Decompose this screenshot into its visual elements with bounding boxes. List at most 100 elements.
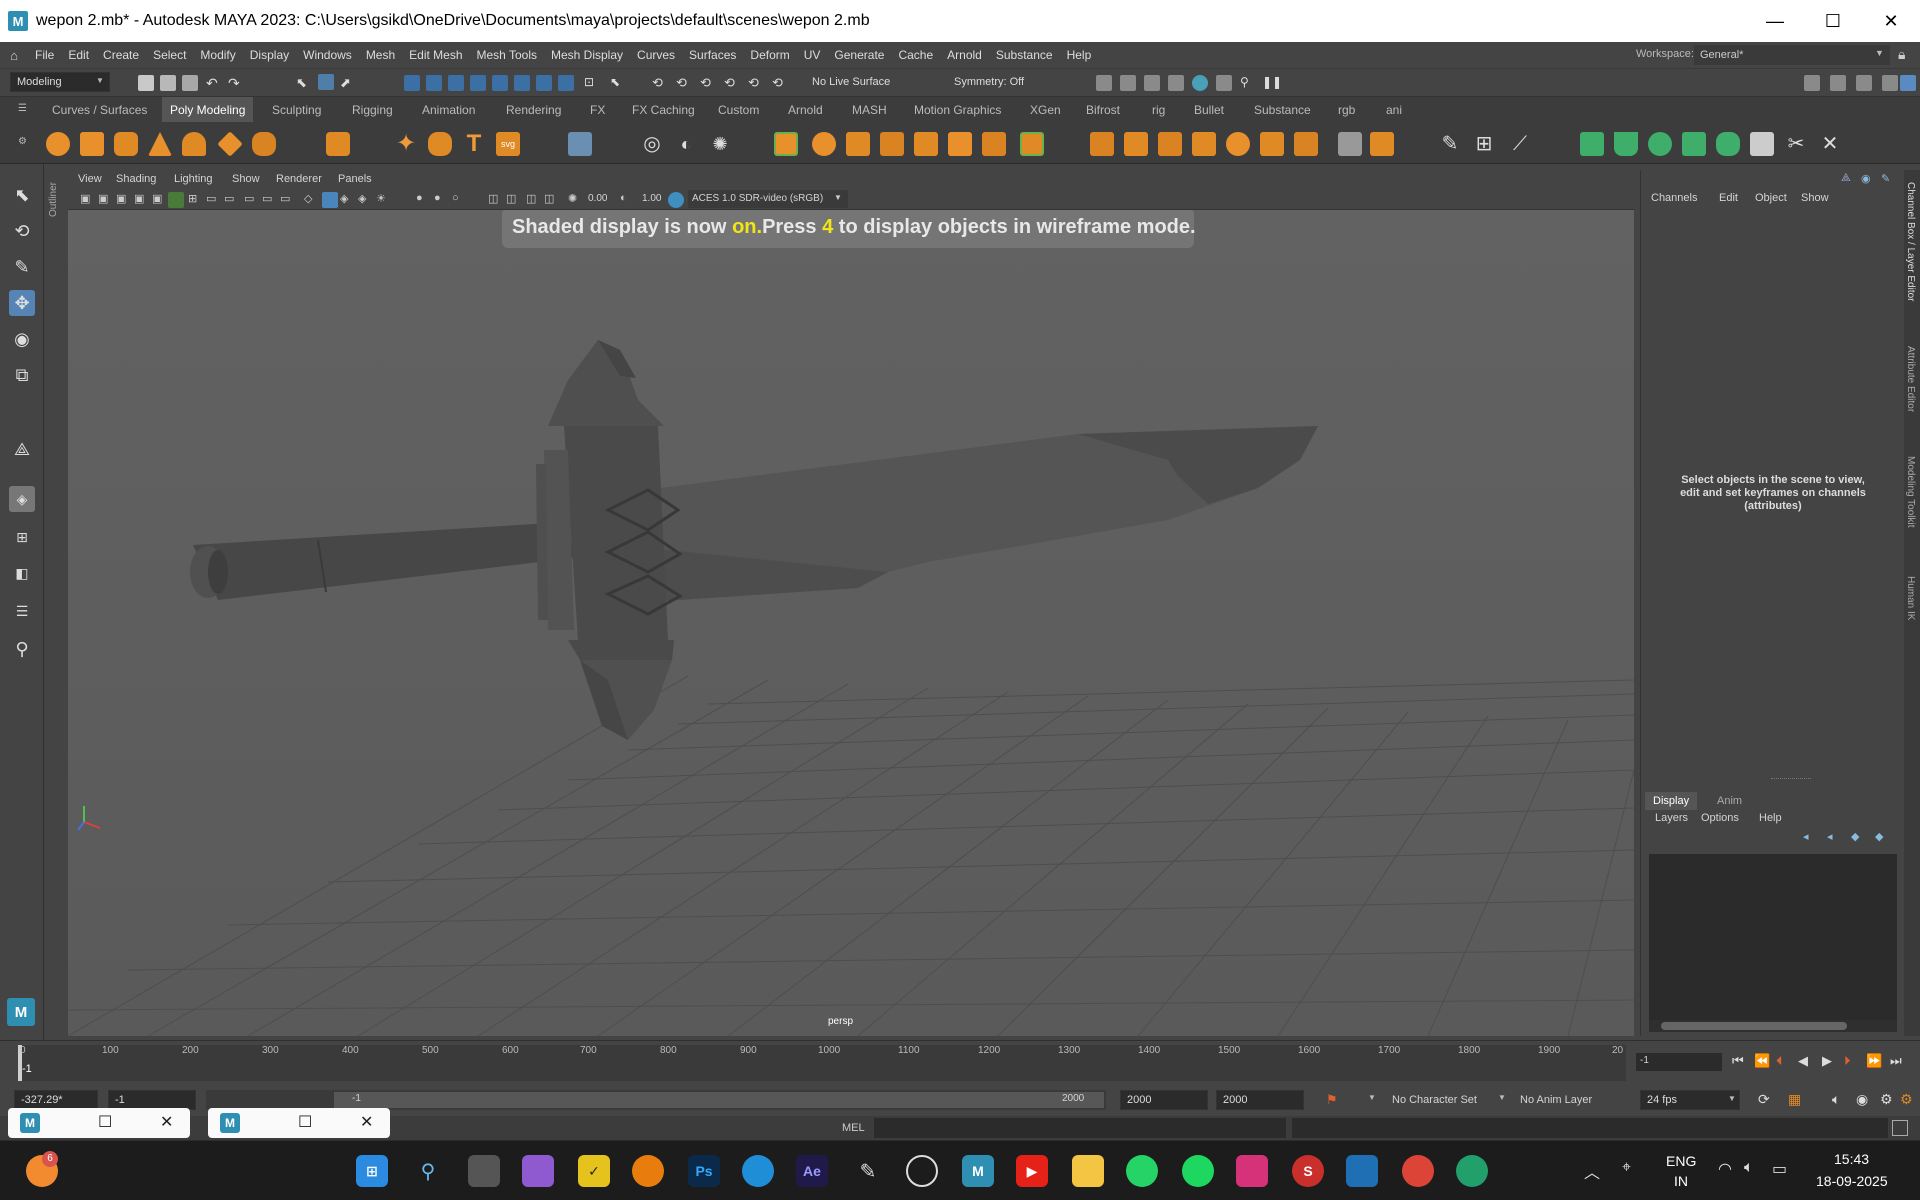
shelf-tab-xgen[interactable]: XGen [1030, 103, 1061, 117]
layer-tab-anim[interactable]: Anim [1717, 795, 1742, 807]
clock-time[interactable]: 15:43 [1834, 1151, 1869, 1167]
shelf-tab-mash[interactable]: MASH [852, 103, 887, 117]
range-bar[interactable] [334, 1092, 1104, 1108]
wedge-icon[interactable] [1260, 132, 1284, 156]
uv-cylindrical-icon[interactable] [1614, 132, 1638, 156]
uv-unfold-icon[interactable] [1716, 132, 1740, 156]
shelf-tab-fx-caching[interactable]: FX Caching [632, 103, 695, 117]
channelbox-edit-icon[interactable]: ✎ [1881, 172, 1897, 188]
menu-windows[interactable]: Windows [296, 48, 359, 62]
undo-icon[interactable]: ↶ [206, 75, 222, 91]
toggle-channel-box-icon[interactable] [1882, 75, 1898, 91]
minimized-window-2[interactable]: M ☐ ✕ [208, 1108, 390, 1138]
maya-taskbar-icon[interactable]: M [962, 1155, 994, 1187]
layer-tab-display[interactable]: Display [1645, 792, 1698, 810]
type-icon[interactable]: T [462, 132, 486, 156]
character-set-dropdown[interactable]: No Character Set [1392, 1094, 1477, 1106]
file-explorer-icon[interactable] [1072, 1155, 1104, 1187]
snap-vertex-icon[interactable] [536, 75, 552, 91]
shelf-tab-fx[interactable]: FX [590, 103, 605, 117]
menu-mesh-display[interactable]: Mesh Display [544, 48, 630, 62]
menuset-dropdown[interactable]: Modeling [10, 72, 110, 92]
backface-culling-icon[interactable]: ◫ [544, 192, 560, 208]
exposure-icon[interactable]: ✺ [568, 192, 584, 208]
toggle-modeling-toolkit-icon[interactable] [1804, 75, 1820, 91]
shelf-tab-rendering[interactable]: Rendering [506, 103, 561, 117]
shelf-tab-bullet[interactable]: Bullet [1194, 103, 1224, 117]
ipr-render-icon[interactable] [1144, 75, 1160, 91]
cache-icon[interactable]: ▦ [1788, 1091, 1801, 1108]
go-to-end-icon[interactable]: ⏭ [1890, 1053, 1902, 1069]
maximize-button[interactable]: ☐ [1804, 0, 1862, 42]
live-surface-field[interactable]: No Live Surface [812, 76, 890, 88]
render-settings-icon[interactable] [1168, 75, 1184, 91]
maximize-icon[interactable]: ☐ [98, 1112, 112, 1132]
shelf-tab-animation[interactable]: Animation [422, 103, 475, 117]
whatsapp-icon[interactable] [1126, 1155, 1158, 1187]
channelbox-menu-channels[interactable]: Channels [1651, 192, 1697, 204]
anim-prefs-icon[interactable]: ⚙ [1900, 1091, 1913, 1108]
arnold-view-icon[interactable]: ⚲ [1240, 75, 1256, 91]
extract-icon[interactable] [1370, 132, 1394, 156]
after-effects-icon[interactable]: Ae [796, 1155, 828, 1187]
insert-edge-loop-icon[interactable]: ⊞ [1472, 132, 1496, 156]
arnold-render-icon[interactable] [1216, 75, 1232, 91]
youtube-icon[interactable]: ▶ [1016, 1155, 1048, 1187]
menu-help[interactable]: Help [1060, 48, 1099, 62]
menu-mesh-tools[interactable]: Mesh Tools [470, 48, 544, 62]
side-tab-modeling-toolkit[interactable]: Modeling Toolkit [1905, 456, 1916, 528]
cursor-icon[interactable]: ⬉ [610, 75, 626, 91]
four-view-icon[interactable]: ⊞ [9, 524, 35, 550]
viewport-menu-panels[interactable]: Panels [338, 173, 372, 185]
mirror-icon[interactable] [914, 132, 938, 156]
side-tab-human-ik[interactable]: Human IK [1905, 576, 1916, 620]
play-backward-icon[interactable]: ◀ [1798, 1053, 1808, 1069]
menu-select[interactable]: Select [146, 48, 193, 62]
uv-spherical-icon[interactable] [1648, 132, 1672, 156]
gamma-icon[interactable]: ◐ [620, 192, 636, 208]
channelbox-graph-icon[interactable]: ⟁ [1841, 172, 1857, 188]
bookmark-icon[interactable]: ▣ [116, 192, 132, 208]
wifi-icon[interactable]: ◠ [1718, 1159, 1732, 1179]
move-tool-icon[interactable]: ✥ [9, 290, 35, 316]
menu-generate[interactable]: Generate [827, 48, 891, 62]
layer-menu-help[interactable]: Help [1759, 812, 1782, 824]
menu-cache[interactable]: Cache [891, 48, 940, 62]
poly-cylinder-icon[interactable] [114, 132, 138, 156]
close-button[interactable]: ✕ [1862, 0, 1920, 42]
new-layer-icon[interactable]: ◆ [1851, 830, 1867, 846]
smooth-shade-icon[interactable] [322, 192, 338, 208]
sweep-mesh-icon[interactable] [428, 132, 452, 156]
use-all-lights-icon[interactable]: ☀ [376, 192, 392, 208]
search-icon[interactable]: ⚲ [412, 1155, 444, 1187]
scrollbar-thumb[interactable] [1661, 1022, 1847, 1030]
lasso-icon[interactable] [318, 74, 334, 90]
shelf-tab-sculpting[interactable]: Sculpting [272, 103, 321, 117]
viewport-menu-view[interactable]: View [78, 173, 102, 185]
symmetry-dropdown[interactable]: Symmetry: Off [954, 76, 1024, 88]
multi-cut-icon[interactable]: ◎ [640, 132, 664, 156]
anti-aliasing-icon[interactable]: ○ [452, 192, 468, 208]
outliner-strip[interactable]: Outliner [44, 164, 68, 1040]
history-icon[interactable]: ⟲ [652, 75, 668, 91]
toggle-attribute-editor-icon[interactable] [1830, 75, 1846, 91]
lasso-tool-icon[interactable]: ⟲ [9, 218, 35, 244]
textured-icon[interactable]: ◈ [358, 192, 374, 208]
menu-surfaces[interactable]: Surfaces [682, 48, 743, 62]
connect-icon[interactable]: ✺ [708, 132, 732, 156]
xray-joints-icon[interactable]: ◫ [526, 192, 542, 208]
shadows-icon[interactable]: ● [416, 192, 432, 208]
merge-icon[interactable] [1124, 132, 1148, 156]
grease-pencil-icon[interactable] [168, 192, 184, 208]
universal-manipulator-icon[interactable]: ⟁ [9, 436, 35, 462]
battery-icon[interactable]: ▭ [1772, 1159, 1787, 1179]
collapse-icon[interactable] [1158, 132, 1182, 156]
maya-logo-icon[interactable]: M [7, 998, 35, 1026]
chrome-icon[interactable] [1402, 1155, 1434, 1187]
sbi-icon[interactable] [1346, 1155, 1378, 1187]
render-frame-icon[interactable] [1120, 75, 1136, 91]
shelf-tab-rgb[interactable]: rgb [1338, 103, 1355, 117]
step-forward-key-icon[interactable]: ⏩ [1866, 1053, 1882, 1069]
menu-edit-mesh[interactable]: Edit Mesh [402, 48, 469, 62]
menu-file[interactable]: File [28, 48, 61, 62]
